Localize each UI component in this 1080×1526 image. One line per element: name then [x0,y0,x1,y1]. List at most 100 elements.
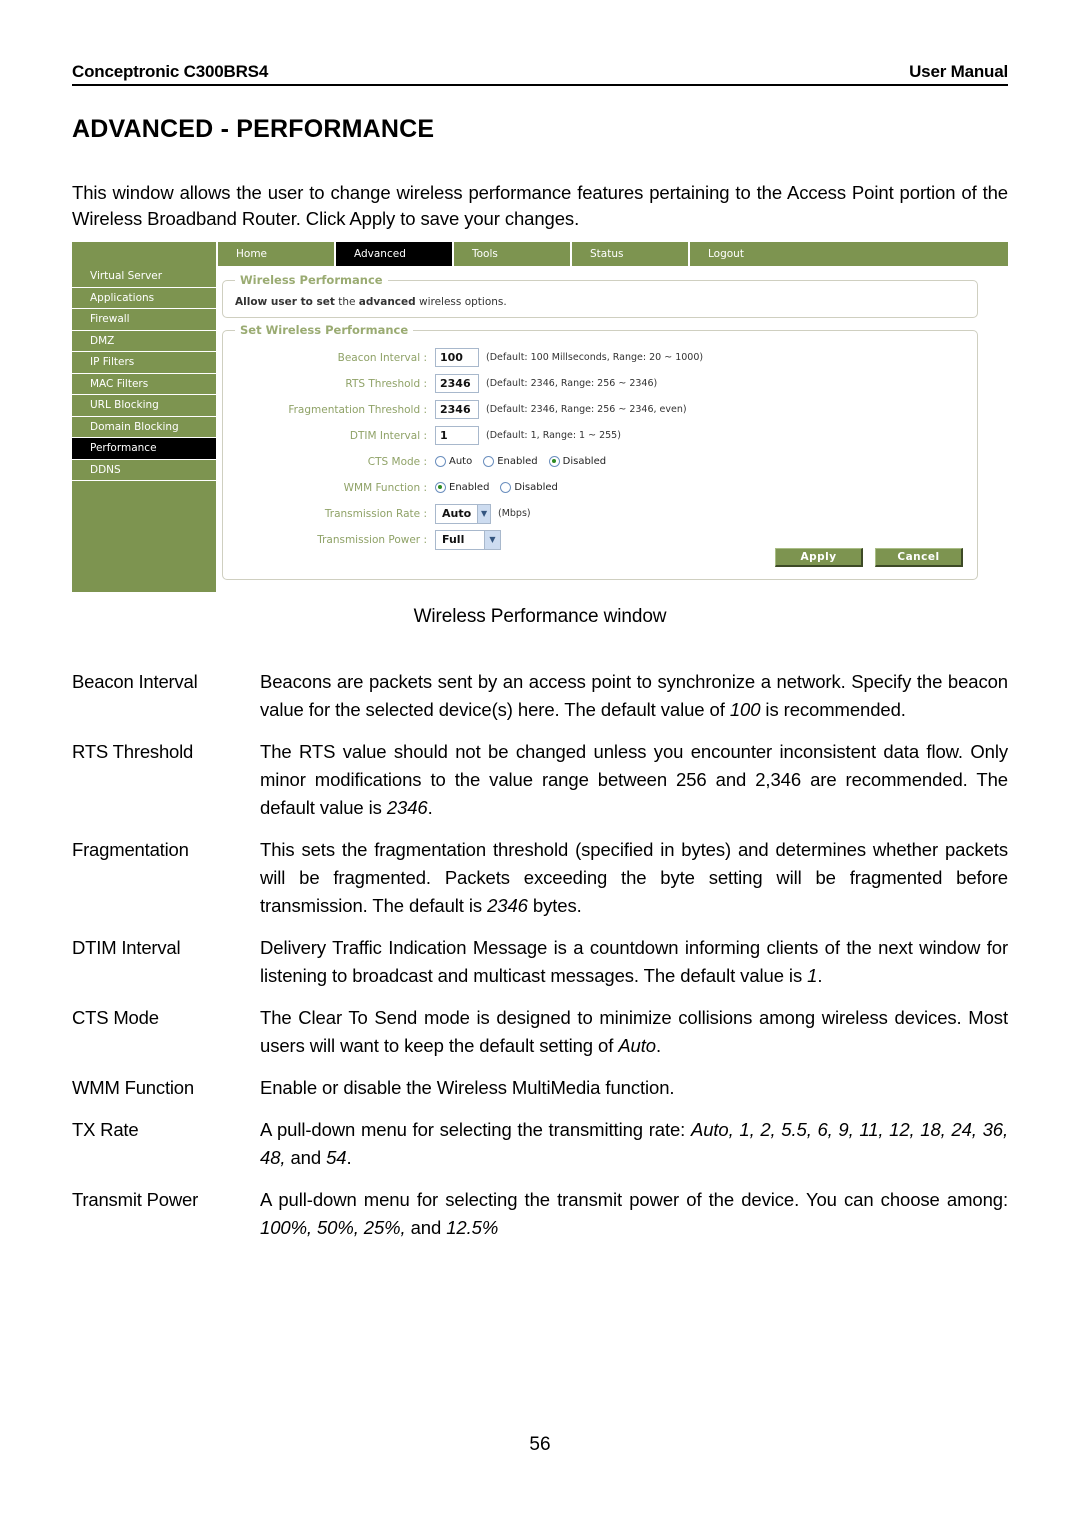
definition-row: Fragmentation This sets the fragmentation… [72,836,1008,920]
rts-threshold-hint: (Default: 2346, Range: 256 ~ 2346) [486,378,658,389]
sidebar-item-ddns[interactable]: DDNS [72,459,216,481]
definition-text-part: 2346 [386,797,428,818]
sidebar-item-ip-filters[interactable]: IP Filters [72,352,216,374]
transmission-power-select[interactable]: Full ▼ [435,529,501,550]
definition-term: Fragmentation [72,839,189,860]
definition-text-part: . [427,797,433,818]
wmm-function-option-label: Enabled [449,482,490,493]
definition-term: TX Rate [72,1119,139,1140]
settings-form: Beacon Interval : 100 (Default: 100 Mill… [223,345,979,553]
cancel-button[interactable]: Cancel [875,548,963,567]
sidebar-item-mac-filters[interactable]: MAC Filters [72,373,216,395]
field-row-rts-threshold: RTS Threshold : 2346 (Default: 2346, Ran… [223,371,979,396]
definition-text-part: . [817,965,823,986]
definition-row: CTS Mode The Clear To Send mode is design… [72,1004,1008,1060]
definition-term: RTS Threshold [72,741,194,762]
fragmentation-threshold-input[interactable]: 2346 [435,400,479,419]
definition-row: TX Rate A pull-down menu for selecting th… [72,1116,1008,1172]
definition-text-part: Auto [618,1035,656,1056]
transmission-rate-select[interactable]: Auto ▼ [435,503,491,524]
desc-normal-1: the [334,296,359,308]
field-row-dtim-interval: DTIM Interval : 1 (Default: 1, Range: 1 … [223,423,979,448]
cts-mode-option-enabled[interactable]: Enabled [483,456,538,467]
sidebar-item-dmz[interactable]: DMZ [72,330,216,352]
definition-text-part: . [346,1147,352,1168]
set-wireless-performance-panel: Set Wireless Performance Beacon Interval… [222,323,979,580]
transmission-power-value: Full [442,533,465,546]
field-row-cts-mode: CTS Mode : Auto Enabled Disabled [223,449,979,474]
set-wireless-performance-legend: Set Wireless Performance [235,323,414,337]
rts-threshold-label: RTS Threshold : [345,377,427,390]
definition-row: WMM Function Enable or disable the Wirele… [72,1074,1008,1102]
apply-button[interactable]: Apply [775,548,863,567]
definition-text-part: and [405,1217,447,1238]
definition-description: This sets the fragmentation threshold (s… [260,836,1008,920]
sidebar-item-domain-blocking[interactable]: Domain Blocking [72,416,216,438]
manual-type-label: User Manual [909,62,1008,81]
definition-description: Delivery Traffic Indication Message is a… [260,934,1008,990]
cts-mode-option-label: Enabled [497,456,538,467]
beacon-interval-input[interactable]: 100 [435,348,479,367]
page-header: Conceptronic C300BRS4 User Manual [72,62,1008,86]
nav-tab-tools[interactable]: Tools [452,242,570,266]
radio-icon [435,456,446,467]
router-ui-screenshot: Home Advanced Tools Status Logout Virtual Se… [72,242,1008,592]
fragmentation-threshold-label: Fragmentation Threshold : [288,403,427,416]
definition-description: The RTS value should not be changed unle… [260,738,1008,822]
definition-term: Beacon Interval [72,671,198,692]
dtim-interval-input[interactable]: 1 [435,426,479,445]
sidebar-item-applications[interactable]: Applications [72,287,216,309]
definition-text-part: 100%, 50%, 25%, [260,1217,406,1238]
field-row-fragmentation-threshold: Fragmentation Threshold : 2346 (Default:… [223,397,979,422]
rts-threshold-input[interactable]: 2346 [435,374,479,393]
transmission-rate-unit: (Mbps) [498,508,531,519]
sidebar-item-url-blocking[interactable]: URL Blocking [72,395,216,417]
nav-tab-logout[interactable]: Logout [688,242,806,266]
definition-term: WMM Function [72,1077,194,1098]
cts-mode-option-disabled[interactable]: Disabled [548,456,607,467]
definition-text-part: This sets the fragmentation threshold (s… [260,839,1008,916]
sidebar-item-performance[interactable]: Performance [72,438,216,460]
sidebar-item-virtual-server[interactable]: Virtual Server [72,266,216,288]
definition-text-part: and [285,1147,327,1168]
nav-tab-home[interactable]: Home [216,242,334,266]
definition-text-part: The RTS value should not be changed unle… [260,741,1008,818]
wireless-performance-description: Allow user to set the advanced wireless … [235,296,507,308]
definition-text-part: A pull-down menu for selecting the trans… [260,1119,691,1140]
definition-row: RTS Threshold The RTS value should not be… [72,738,1008,822]
field-row-beacon-interval: Beacon Interval : 100 (Default: 100 Mill… [223,345,979,370]
wmm-function-option-enabled[interactable]: Enabled [435,482,489,493]
definition-row: DTIM Interval Delivery Traffic Indication… [72,934,1008,990]
transmission-rate-label: Transmission Rate : [324,507,427,520]
fragmentation-threshold-hint: (Default: 2346, Range: 256 ~ 2346, even) [486,404,687,415]
router-nav-tabs: Home Advanced Tools Status Logout [216,242,806,266]
definition-text-part: 100 [729,699,761,720]
dtim-interval-label: DTIM Interval : [349,429,427,442]
definition-text-part: A pull-down menu for selecting the trans… [260,1189,1008,1210]
definition-term: CTS Mode [72,1007,159,1028]
sidebar-item-firewall[interactable]: Firewall [72,309,216,331]
definition-description: Beacons are packets sent by an access po… [260,668,1008,724]
router-sidebar: Virtual Server Applications Firewall DMZ IP … [72,266,216,592]
beacon-interval-hint: (Default: 100 Millseconds, Range: 20 ~ 1… [486,352,704,363]
wmm-function-option-disabled[interactable]: Disabled [500,482,558,493]
transmission-rate-value: Auto [442,507,472,520]
definition-description: A pull-down menu for selecting the trans… [260,1116,1008,1172]
definition-text-part: 1 [807,965,818,986]
nav-tab-advanced[interactable]: Advanced [334,242,452,266]
dtim-interval-hint: (Default: 1, Range: 1 ~ 255) [486,430,621,441]
field-row-wmm-function: WMM Function : Enabled Disabled [223,475,979,500]
cts-mode-option-label: Disabled [562,456,607,467]
definition-row: Transmit Power A pull-down menu for selec… [72,1186,1008,1242]
definition-term: DTIM Interval [72,937,181,958]
definition-row: Beacon Interval Beacons are packets sent … [72,668,1008,724]
desc-bold-1: Allow user to set [235,296,335,308]
wmm-function-label: WMM Function : [343,481,427,494]
manual-device-name: Conceptronic C300BRS4 [72,62,269,81]
definition-list: Beacon Interval Beacons are packets sent … [72,668,1008,1256]
radio-icon [500,482,512,493]
wmm-function-option-label: Disabled [514,482,558,493]
nav-tab-status[interactable]: Status [570,242,688,266]
definition-text-part: bytes. [527,895,582,916]
cts-mode-option-auto[interactable]: Auto [435,456,472,467]
